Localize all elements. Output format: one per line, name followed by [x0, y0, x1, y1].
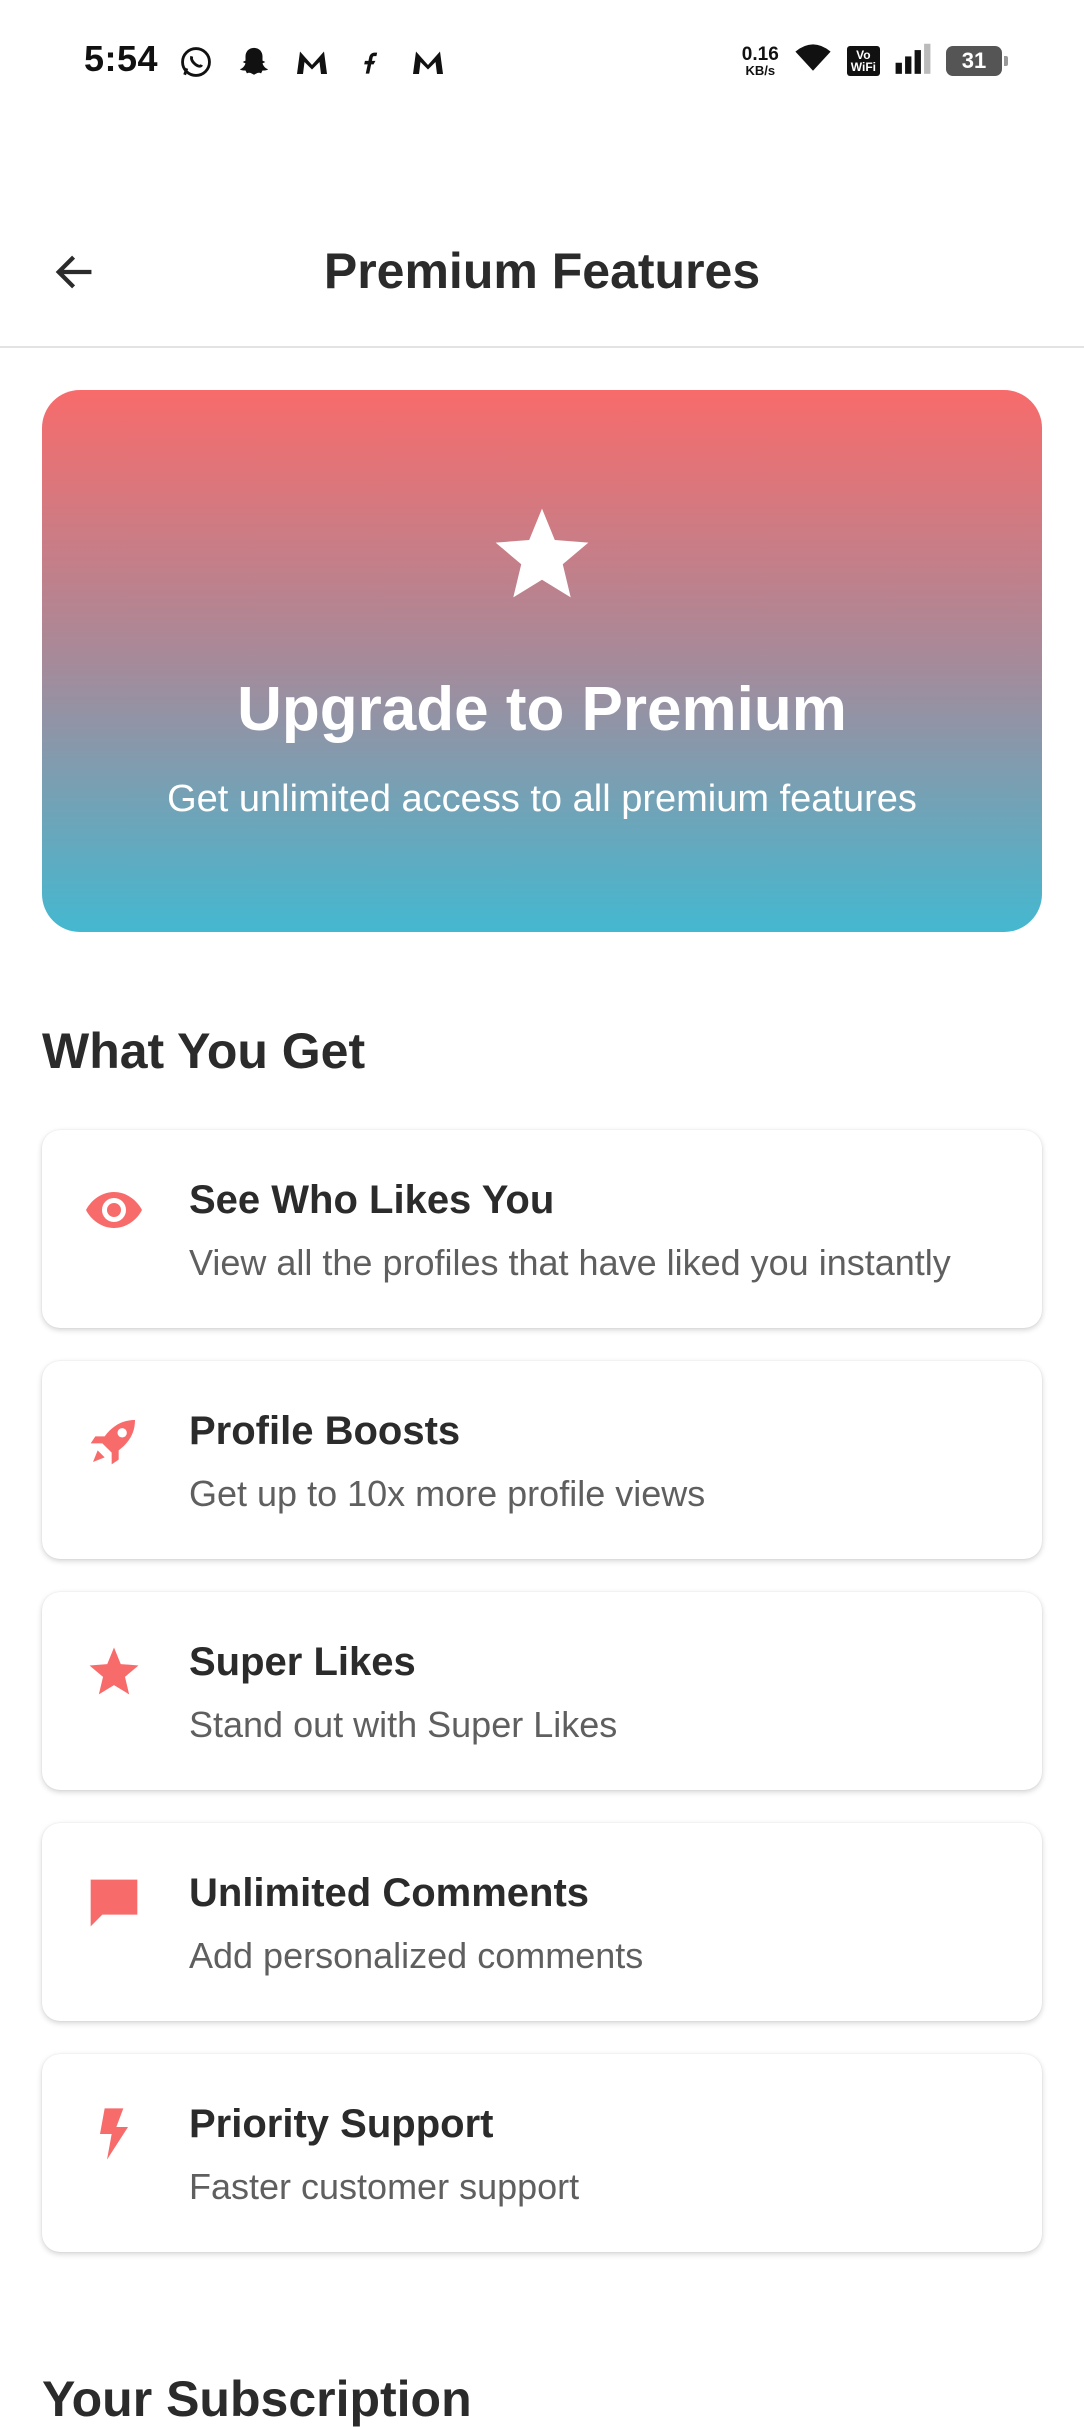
vowifi-line2: WiFi: [850, 59, 876, 74]
feature-card-priority-support[interactable]: Priority Support Faster customer support: [42, 2054, 1042, 2252]
wifi-icon: [793, 42, 833, 79]
notification-icons: [178, 44, 446, 80]
features-heading: What You Get: [42, 1023, 366, 1079]
vowifi-badge: Vo WiFi: [846, 45, 880, 76]
banner-subtitle: Get unlimited access to all premium feat…: [167, 778, 917, 820]
network-speed-unit: KB/s: [745, 62, 776, 78]
feature-title: See Who Likes You: [189, 1178, 555, 1222]
banner-title: Upgrade to Premium: [237, 675, 847, 744]
page-title: Premium Features: [323, 243, 761, 299]
feature-title: Super Likes: [189, 1640, 416, 1684]
feature-title: Profile Boosts: [189, 1409, 461, 1453]
feature-description: Get up to 10x more profile views: [189, 1473, 706, 1514]
snapchat-icon: [236, 44, 272, 80]
feature-card-profile-boosts[interactable]: Profile Boosts Get up to 10x more profil…: [42, 1361, 1042, 1559]
app-bar: Premium Features: [0, 210, 1084, 348]
subscription-heading: Your Subscription: [42, 2371, 472, 2427]
signal-icon: [894, 42, 932, 79]
feature-description: Faster customer support: [189, 2166, 580, 2207]
network-speed-value: 0.16: [741, 43, 779, 65]
feature-list: See Who Likes You View all the profiles …: [42, 1130, 1042, 2285]
feature-description: Add personalized comments: [189, 1935, 644, 1976]
feature-card-unlimited-comments[interactable]: Unlimited Comments Add personalized comm…: [42, 1823, 1042, 2021]
feature-description: Stand out with Super Likes: [189, 1704, 618, 1745]
network-speed: 0.16 KB/s: [742, 45, 779, 77]
fb-icon: [352, 44, 388, 80]
battery-indicator: 31: [946, 45, 1008, 76]
whatsapp-icon: [178, 44, 214, 80]
gmail-icon: [410, 44, 446, 80]
status-bar: 5:54 0.16 KB/s Vo WiFi 31: [0, 0, 1084, 126]
eye-icon: [82, 1178, 146, 1242]
comment-icon: [82, 1871, 146, 1935]
feature-description: View all the profiles that have liked yo…: [189, 1242, 951, 1283]
feature-card-super-likes[interactable]: Super Likes Stand out with Super Likes: [42, 1592, 1042, 1790]
feature-title: Unlimited Comments: [189, 1871, 590, 1915]
star-icon: [42, 502, 1042, 608]
status-time: 5:54: [84, 38, 159, 79]
vowifi-line1: Vo: [856, 47, 871, 62]
upgrade-premium-banner[interactable]: Upgrade to Premium Get unlimited access …: [42, 390, 1042, 932]
rocket-icon: [82, 1409, 146, 1473]
gmail-icon: [294, 44, 330, 80]
feature-title: Priority Support: [189, 2102, 494, 2146]
feature-card-see-who-likes-you[interactable]: See Who Likes You View all the profiles …: [42, 1130, 1042, 1328]
star-icon: [82, 1640, 146, 1704]
system-icons: 0.16 KB/s Vo WiFi 31: [742, 42, 1008, 79]
bolt-icon: [82, 2102, 146, 2166]
